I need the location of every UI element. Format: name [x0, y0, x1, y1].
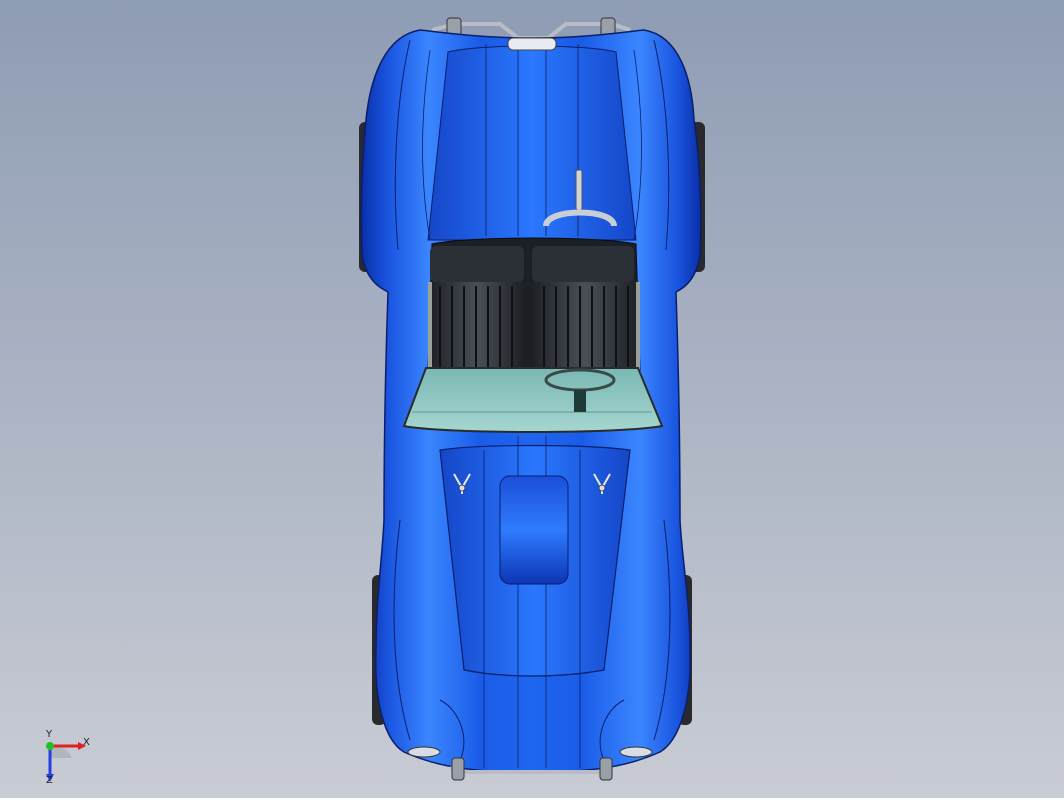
hood-scoop: [499, 475, 569, 585]
front-light-left: [407, 746, 441, 758]
y-axis-dot: [46, 742, 54, 750]
front-overrider-right: [599, 757, 613, 781]
rear-deck: [427, 45, 637, 241]
front-overrider-left: [451, 757, 465, 781]
cockpit-trim-right: [636, 282, 640, 370]
antenna: [575, 169, 583, 211]
front-light-right: [619, 746, 653, 758]
3d-viewport[interactable]: [0, 0, 1064, 798]
z-axis-label: Z: [46, 775, 53, 786]
rear-light: [507, 37, 557, 51]
cockpit-trim-left: [428, 282, 432, 370]
car-model[interactable]: [359, 17, 705, 781]
coordinate-triad: X Y Z: [38, 729, 98, 788]
seat-right: [532, 282, 638, 370]
steering-column: [574, 390, 586, 412]
seat-headrest-right: [532, 246, 634, 282]
x-axis-label: X: [83, 737, 90, 748]
y-axis-label: Y: [46, 729, 53, 740]
seat-headrest-left: [430, 246, 524, 282]
viewport-canvas: [0, 0, 1064, 798]
windscreen: [402, 367, 664, 433]
